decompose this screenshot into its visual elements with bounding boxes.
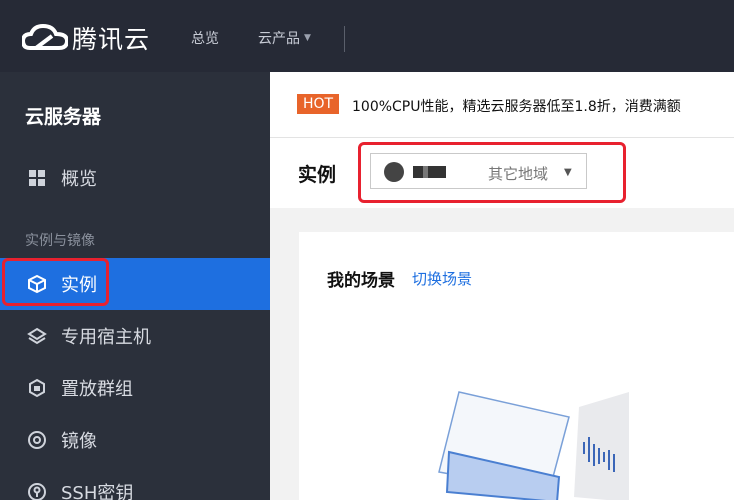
top-bar: 腾讯云 总览 云产品 ▼	[0, 0, 734, 72]
sidebar: 云服务器 概览 实例与镜像 实例 专用宿主机 置放群组 镜像 SSH密钥	[0, 72, 270, 500]
grid-icon	[27, 168, 47, 188]
instances-header: 实例 其它地域 ▼	[270, 138, 734, 208]
nav-products-label: 云产品	[258, 31, 300, 47]
main-content: HOT 100%CPU性能，精选云服务器低至1.8折，消费满额 实例 其它地域 …	[270, 72, 734, 500]
highlight-box	[358, 142, 626, 203]
brand-logo[interactable]: 腾讯云	[22, 20, 150, 56]
chevron-down-icon: ▼	[304, 33, 311, 43]
announcement-text[interactable]: 100%CPU性能，精选云服务器低至1.8折，消费满额	[352, 96, 681, 116]
switch-scene-link[interactable]: 切换场景	[412, 268, 472, 289]
sidebar-item-label: SSH密钥	[61, 483, 134, 500]
highlight-box	[2, 258, 109, 306]
key-icon	[27, 482, 47, 500]
announcement-bar[interactable]: HOT 100%CPU性能，精选云服务器低至1.8折，消费满额	[270, 72, 734, 138]
sidebar-item-label: 专用宿主机	[61, 327, 151, 348]
page-title: 实例	[298, 164, 337, 186]
disc-icon	[27, 430, 47, 450]
sidebar-item-label: 镜像	[61, 431, 97, 452]
sidebar-item-images[interactable]: 镜像	[0, 414, 270, 466]
nav-products-menu[interactable]: 云产品 ▼	[258, 28, 311, 48]
sidebar-item-placement-groups[interactable]: 置放群组	[0, 362, 270, 414]
sidebar-item-dedicated-hosts[interactable]: 专用宿主机	[0, 310, 270, 362]
sidebar-item-label: 置放群组	[61, 379, 133, 400]
sidebar-item-label: 概览	[61, 169, 97, 190]
scene-card: 我的场景 切换场景	[299, 232, 734, 500]
hot-badge: HOT	[297, 94, 340, 114]
scene-illustration	[438, 391, 629, 500]
cloud-logo-icon	[22, 23, 68, 50]
brand-name: 腾讯云	[72, 25, 151, 54]
layers-icon	[27, 326, 47, 346]
shield-box-icon	[27, 378, 47, 398]
sidebar-title: 云服务器	[25, 106, 102, 128]
sidebar-section-label: 实例与镜像	[25, 233, 95, 249]
sidebar-item-ssh-keys[interactable]: SSH密钥	[0, 466, 270, 500]
scene-title: 我的场景	[327, 271, 395, 291]
nav-overview[interactable]: 总览	[191, 28, 219, 48]
nav-divider	[344, 26, 345, 52]
sidebar-item-overview[interactable]: 概览	[0, 152, 270, 204]
